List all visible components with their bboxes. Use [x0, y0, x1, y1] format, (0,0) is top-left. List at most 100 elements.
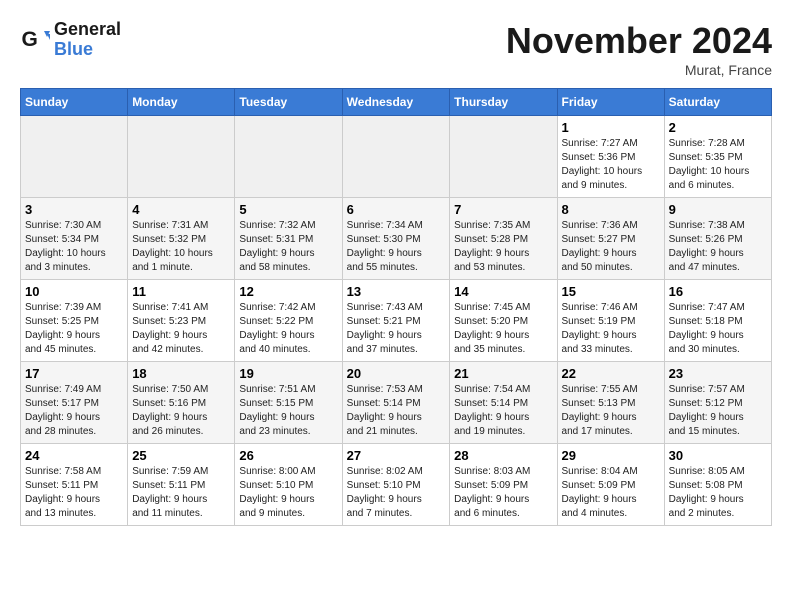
calendar-cell: 21 Sunrise: 7:54 AMSunset: 5:14 PMDayligh…: [450, 362, 557, 444]
day-info: Sunrise: 7:55 AMSunset: 5:13 PMDaylight:…: [562, 383, 660, 439]
weekday-friday: Friday: [557, 89, 664, 116]
svg-text:G: G: [22, 28, 38, 51]
day-info: Sunrise: 8:04 AMSunset: 5:09 PMDaylight:…: [562, 465, 660, 521]
calendar-cell: 8Sunrise: 7:36 AMSunset: 5:27 PMDaylight…: [557, 198, 664, 280]
day-number: 27: [347, 448, 446, 463]
day-info: Sunrise: 7:39 AMSunset: 5:25 PMDaylight:…: [25, 301, 123, 357]
calendar-cell: 25 Sunrise: 7:59 AMSunset: 5:11 PMDayligh…: [128, 444, 235, 526]
calendar-header: SundayMondayTuesdayWednesdayThursdayFrid…: [21, 89, 772, 116]
day-info: Sunrise: 7:45 AMSunset: 5:20 PMDaylight:…: [454, 301, 552, 357]
day-number: 19: [239, 366, 337, 381]
calendar-body: 1 Sunrise: 7:27 AMSunset: 5:36 PMDaylight…: [21, 116, 772, 526]
day-number: 28: [454, 448, 552, 463]
calendar-cell: 3Sunrise: 7:30 AMSunset: 5:34 PMDaylight…: [21, 198, 128, 280]
calendar-week-5: 24 Sunrise: 7:58 AMSunset: 5:11 PMDayligh…: [21, 444, 772, 526]
calendar-week-1: 1 Sunrise: 7:27 AMSunset: 5:36 PMDaylight…: [21, 116, 772, 198]
weekday-thursday: Thursday: [450, 89, 557, 116]
day-number: 10: [25, 284, 123, 299]
logo-line2: Blue: [54, 40, 121, 60]
calendar-cell: 14Sunrise: 7:45 AMSunset: 5:20 PMDayligh…: [450, 280, 557, 362]
day-info: Sunrise: 7:28 AMSunset: 5:35 PMDaylight:…: [669, 137, 767, 193]
day-info: Sunrise: 7:31 AMSunset: 5:32 PMDaylight:…: [132, 219, 230, 275]
calendar-cell: [235, 116, 342, 198]
day-info: Sunrise: 7:43 AMSunset: 5:21 PMDaylight:…: [347, 301, 446, 357]
day-number: 8: [562, 202, 660, 217]
page-header: G General Blue November 2024 Murat, Fran…: [20, 20, 772, 78]
day-info: Sunrise: 7:49 AMSunset: 5:17 PMDaylight:…: [25, 383, 123, 439]
day-info: Sunrise: 8:05 AMSunset: 5:08 PMDaylight:…: [669, 465, 767, 521]
day-number: 13: [347, 284, 446, 299]
calendar-cell: 7 Sunrise: 7:35 AMSunset: 5:28 PMDaylight…: [450, 198, 557, 280]
calendar-cell: 2 Sunrise: 7:28 AMSunset: 5:35 PMDaylight…: [664, 116, 771, 198]
calendar-cell: 18 Sunrise: 7:50 AMSunset: 5:16 PMDayligh…: [128, 362, 235, 444]
calendar-cell: [128, 116, 235, 198]
day-number: 25: [132, 448, 230, 463]
weekday-header-row: SundayMondayTuesdayWednesdayThursdayFrid…: [21, 89, 772, 116]
day-info: Sunrise: 7:47 AMSunset: 5:18 PMDaylight:…: [669, 301, 767, 357]
weekday-saturday: Saturday: [664, 89, 771, 116]
day-number: 24: [25, 448, 123, 463]
calendar-cell: 1 Sunrise: 7:27 AMSunset: 5:36 PMDaylight…: [557, 116, 664, 198]
day-number: 21: [454, 366, 552, 381]
weekday-tuesday: Tuesday: [235, 89, 342, 116]
calendar-cell: 12 Sunrise: 7:42 AMSunset: 5:22 PMDayligh…: [235, 280, 342, 362]
calendar-cell: 10 Sunrise: 7:39 AMSunset: 5:25 PMDayligh…: [21, 280, 128, 362]
day-number: 12: [239, 284, 337, 299]
day-info: Sunrise: 7:50 AMSunset: 5:16 PMDaylight:…: [132, 383, 230, 439]
logo: G General Blue: [20, 20, 121, 60]
day-info: Sunrise: 7:46 AMSunset: 5:19 PMDaylight:…: [562, 301, 660, 357]
calendar-cell: 30Sunrise: 8:05 AMSunset: 5:08 PMDayligh…: [664, 444, 771, 526]
day-info: Sunrise: 7:32 AMSunset: 5:31 PMDaylight:…: [239, 219, 337, 275]
day-number: 6: [347, 202, 446, 217]
day-number: 16: [669, 284, 767, 299]
day-info: Sunrise: 7:58 AMSunset: 5:11 PMDaylight:…: [25, 465, 123, 521]
day-info: Sunrise: 8:03 AMSunset: 5:09 PMDaylight:…: [454, 465, 552, 521]
day-info: Sunrise: 8:00 AMSunset: 5:10 PMDaylight:…: [239, 465, 337, 521]
day-number: 17: [25, 366, 123, 381]
day-info: Sunrise: 7:57 AMSunset: 5:12 PMDaylight:…: [669, 383, 767, 439]
logo-icon: G: [20, 25, 50, 55]
calendar-cell: 5Sunrise: 7:32 AMSunset: 5:31 PMDaylight…: [235, 198, 342, 280]
day-info: Sunrise: 7:35 AMSunset: 5:28 PMDaylight:…: [454, 219, 552, 275]
day-info: Sunrise: 7:27 AMSunset: 5:36 PMDaylight:…: [562, 137, 660, 193]
day-info: Sunrise: 7:59 AMSunset: 5:11 PMDaylight:…: [132, 465, 230, 521]
calendar-cell: 26 Sunrise: 8:00 AMSunset: 5:10 PMDayligh…: [235, 444, 342, 526]
day-info: Sunrise: 7:41 AMSunset: 5:23 PMDaylight:…: [132, 301, 230, 357]
calendar-week-3: 10 Sunrise: 7:39 AMSunset: 5:25 PMDayligh…: [21, 280, 772, 362]
day-info: Sunrise: 7:53 AMSunset: 5:14 PMDaylight:…: [347, 383, 446, 439]
day-number: 15: [562, 284, 660, 299]
day-number: 20: [347, 366, 446, 381]
day-number: 1: [562, 120, 660, 135]
calendar-cell: [21, 116, 128, 198]
day-info: Sunrise: 7:51 AMSunset: 5:15 PMDaylight:…: [239, 383, 337, 439]
calendar-cell: 4 Sunrise: 7:31 AMSunset: 5:32 PMDaylight…: [128, 198, 235, 280]
calendar-cell: 16 Sunrise: 7:47 AMSunset: 5:18 PMDayligh…: [664, 280, 771, 362]
day-number: 2: [669, 120, 767, 135]
calendar-cell: 15 Sunrise: 7:46 AMSunset: 5:19 PMDayligh…: [557, 280, 664, 362]
calendar-cell: 23Sunrise: 7:57 AMSunset: 5:12 PMDayligh…: [664, 362, 771, 444]
day-number: 26: [239, 448, 337, 463]
calendar-cell: 27 Sunrise: 8:02 AMSunset: 5:10 PMDayligh…: [342, 444, 450, 526]
month-title: November 2024: [506, 20, 772, 62]
day-info: Sunrise: 7:34 AMSunset: 5:30 PMDaylight:…: [347, 219, 446, 275]
day-number: 7: [454, 202, 552, 217]
day-number: 3: [25, 202, 123, 217]
day-number: 22: [562, 366, 660, 381]
calendar-cell: 19 Sunrise: 7:51 AMSunset: 5:15 PMDayligh…: [235, 362, 342, 444]
calendar-cell: 13 Sunrise: 7:43 AMSunset: 5:21 PMDayligh…: [342, 280, 450, 362]
calendar-week-2: 3Sunrise: 7:30 AMSunset: 5:34 PMDaylight…: [21, 198, 772, 280]
calendar-cell: 28 Sunrise: 8:03 AMSunset: 5:09 PMDayligh…: [450, 444, 557, 526]
calendar-cell: 17 Sunrise: 7:49 AMSunset: 5:17 PMDayligh…: [21, 362, 128, 444]
day-info: Sunrise: 8:02 AMSunset: 5:10 PMDaylight:…: [347, 465, 446, 521]
day-number: 4: [132, 202, 230, 217]
day-info: Sunrise: 7:38 AMSunset: 5:26 PMDaylight:…: [669, 219, 767, 275]
calendar-cell: [342, 116, 450, 198]
day-number: 18: [132, 366, 230, 381]
day-info: Sunrise: 7:54 AMSunset: 5:14 PMDaylight:…: [454, 383, 552, 439]
day-info: Sunrise: 7:42 AMSunset: 5:22 PMDaylight:…: [239, 301, 337, 357]
day-number: 29: [562, 448, 660, 463]
calendar-cell: 6 Sunrise: 7:34 AMSunset: 5:30 PMDaylight…: [342, 198, 450, 280]
day-number: 11: [132, 284, 230, 299]
day-number: 9: [669, 202, 767, 217]
weekday-monday: Monday: [128, 89, 235, 116]
